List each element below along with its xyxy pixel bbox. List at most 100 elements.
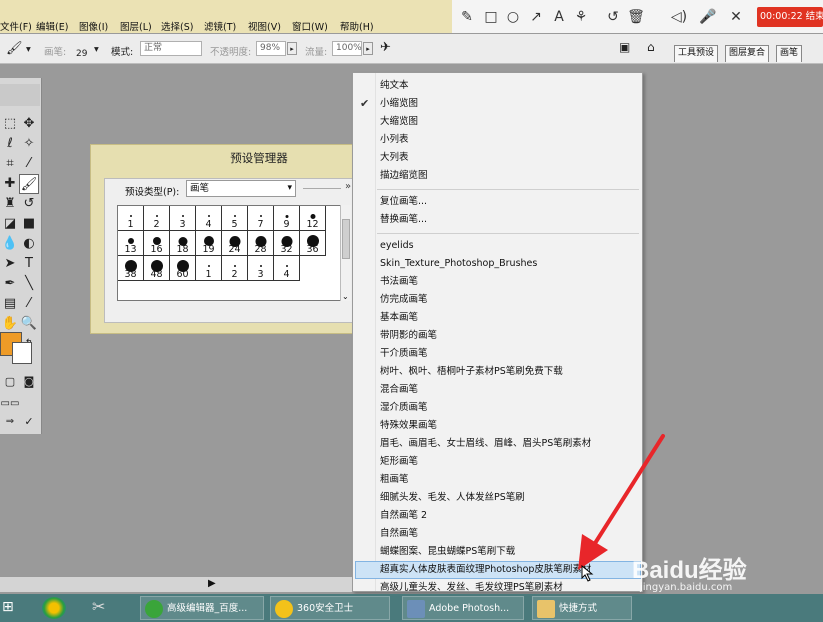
menu-help[interactable]: 帮助(H) — [340, 19, 374, 33]
speaker-icon[interactable]: ◁) — [670, 8, 688, 26]
brush-preset-cell[interactable]: 32 — [274, 231, 300, 256]
circle-icon[interactable]: ○ — [504, 8, 522, 26]
menu-item-view[interactable]: 大缩览图 — [380, 113, 418, 131]
brush-preset-cell[interactable]: 3 — [248, 256, 274, 281]
menu-item-view[interactable]: 描边缩览图 — [380, 167, 428, 185]
opacity-field[interactable]: 98% — [256, 41, 286, 56]
taskbar-item-360[interactable]: 360安全卫士 — [270, 596, 390, 620]
menu-item-brush-library[interactable]: 粗画笔 — [380, 471, 409, 489]
close-icon[interactable]: ✕ — [727, 8, 745, 26]
menu-item-brush-library[interactable]: 矩形画笔 — [380, 453, 418, 471]
tool-preset-arrow-icon[interactable]: ▾ — [26, 44, 31, 55]
gradient-icon[interactable]: ■ — [19, 214, 39, 234]
background-color-swatch[interactable] — [12, 342, 32, 364]
menu-item-brush-library[interactable]: 干介质画笔 — [380, 345, 428, 363]
menu-item-brush-library[interactable]: 混合画笔 — [380, 381, 418, 399]
menu-filter[interactable]: 滤镜(T) — [204, 19, 236, 33]
canvas-horizontal-scrollbar[interactable]: ▶ — [0, 576, 352, 592]
mode-select[interactable]: 正常 — [140, 41, 202, 56]
menu-item-view[interactable]: 大列表 — [380, 149, 409, 167]
menu-item-brush-library[interactable]: 基本画笔 — [380, 309, 418, 327]
menu-item-brush-library[interactable]: eyelids — [380, 237, 414, 255]
brush-preset-cell[interactable]: 9 — [274, 206, 300, 231]
brush-preset-cell[interactable]: 19 — [196, 231, 222, 256]
brush-icon[interactable]: ⚘ — [572, 8, 590, 26]
clone-stamp-icon[interactable]: ♜ — [0, 194, 20, 214]
brush-panel-icon[interactable]: ▣ — [619, 40, 630, 54]
menu-layer[interactable]: 图层(L) — [120, 19, 152, 33]
preset-type-select[interactable]: 画笔 ▾ — [186, 180, 296, 197]
delete-icon[interactable]: 🗑 — [627, 8, 645, 26]
brush-grid-scrollbar[interactable]: ⌄ — [340, 205, 351, 301]
brush-preset-cell[interactable]: 3 — [170, 206, 196, 231]
brush-size[interactable]: 29 — [76, 49, 87, 59]
tab-tool-presets[interactable]: 工具预设 — [674, 45, 719, 62]
brush-preset-cell[interactable]: 48 — [144, 256, 170, 281]
brush-preset-cell[interactable]: 2 — [144, 206, 170, 231]
record-timer-button[interactable]: 00:00:22 结束 — [757, 7, 823, 27]
taskbar-item-editor[interactable]: 高级编辑器_百度... — [140, 596, 264, 620]
microphone-icon[interactable]: 🎤 — [699, 8, 717, 26]
brush-picker-arrow-icon[interactable]: ▾ — [94, 44, 99, 55]
scroll-right-icon[interactable]: ▶ — [208, 578, 216, 589]
windows-start-icon[interactable]: ⊞ — [2, 599, 14, 615]
airbrush-icon[interactable]: ✈ — [380, 40, 391, 55]
menu-item-brush-library[interactable]: Skin_Texture_Photoshop_Brushes — [380, 255, 537, 273]
eraser-icon[interactable]: ◪ — [0, 214, 20, 234]
menu-window[interactable]: 窗口(W) — [292, 19, 328, 33]
dodge-tool-icon[interactable]: ◐ — [19, 234, 39, 254]
text-icon[interactable]: A — [550, 8, 568, 26]
jump-to-imageready-icon[interactable]: ⇒ — [0, 412, 20, 432]
menu-item-brush-library[interactable]: 树叶、枫叶、梧桐叶子素材PS笔刷免费下载 — [380, 363, 563, 381]
menu-image[interactable]: 图像(I) — [79, 19, 108, 33]
brush-preset-cell[interactable]: 18 — [170, 231, 196, 256]
brush-preset-cell[interactable]: 28 — [248, 231, 274, 256]
scrollbar-thumb[interactable] — [342, 219, 350, 259]
move-tool-icon[interactable]: ✥ — [19, 114, 39, 134]
taskbar-item-shortcut[interactable]: 快捷方式 — [532, 596, 632, 620]
menu-item-action[interactable]: 复位画笔... — [380, 193, 427, 211]
healing-brush-icon[interactable]: ✚ — [0, 174, 20, 194]
pen-icon[interactable]: ✎ — [458, 8, 476, 26]
arrow-icon[interactable]: ↗ — [527, 8, 545, 26]
standard-mode-icon[interactable]: ▢ — [0, 372, 20, 392]
brush-preset-cell[interactable]: 24 — [222, 231, 248, 256]
type-tool-icon[interactable]: T — [19, 254, 39, 274]
brush-preset-cell[interactable]: 12 — [300, 206, 326, 231]
slice-tool-icon[interactable]: ⁄ — [19, 154, 39, 174]
brush-preset-cell[interactable]: 1 — [196, 256, 222, 281]
line-tool-icon[interactable]: ╲ — [19, 274, 39, 294]
brush-preset-cell[interactable]: 13 — [118, 231, 144, 256]
palette-well-icon[interactable]: ⌂ — [647, 40, 655, 54]
menu-item-view[interactable]: 纯文本 — [380, 77, 409, 95]
menu-item-brush-library[interactable]: 细腻头发、毛发、人体发丝PS笔刷 — [380, 489, 525, 507]
menu-item-action[interactable]: 替换画笔... — [380, 211, 427, 229]
brush-preset-cell[interactable]: 38 — [118, 256, 144, 281]
menu-edit[interactable]: 编辑(E) — [36, 19, 68, 33]
opacity-slider-arrow-icon[interactable]: ▸ — [287, 42, 297, 55]
pen-tool-icon[interactable]: ✒ — [0, 274, 20, 294]
brush-tool-active-icon[interactable]: 🖌 — [19, 174, 39, 194]
magic-wand-icon[interactable]: ✧ — [19, 134, 39, 154]
marquee-tool-icon[interactable]: ⬚ — [0, 114, 20, 134]
menu-select[interactable]: 选择(S) — [161, 19, 193, 33]
brush-preset-cell[interactable]: 2 — [222, 256, 248, 281]
brush-preset-cell[interactable]: 5 — [222, 206, 248, 231]
eyedropper-icon[interactable]: ⁄ — [19, 294, 39, 314]
menu-file[interactable]: 文件(F) — [0, 19, 32, 33]
menu-view[interactable]: 视图(V) — [248, 19, 281, 33]
brush-tool-icon[interactable]: 🖌 — [6, 41, 23, 56]
quick-mask-icon[interactable]: ◙ — [19, 372, 39, 392]
brush-preset-cell[interactable]: 4 — [274, 256, 300, 281]
zoom-tool-icon[interactable]: 🔍 — [19, 314, 39, 334]
menu-item-brush-library[interactable]: 自然画笔 — [380, 525, 418, 543]
scroll-down-icon[interactable]: ⌄ — [342, 292, 349, 301]
brush-preset-cell[interactable]: 16 — [144, 231, 170, 256]
brush-preset-cell[interactable]: 36 — [300, 231, 326, 256]
brush-preset-cell[interactable]: 7 — [248, 206, 274, 231]
panel-menu-icon[interactable]: » — [345, 181, 351, 192]
rectangle-icon[interactable]: □ — [482, 8, 500, 26]
path-select-icon[interactable]: ➤ — [0, 254, 20, 274]
brush-preset-cell[interactable]: 4 — [196, 206, 222, 231]
menu-item-brush-library[interactable]: 带阴影的画笔 — [380, 327, 437, 345]
